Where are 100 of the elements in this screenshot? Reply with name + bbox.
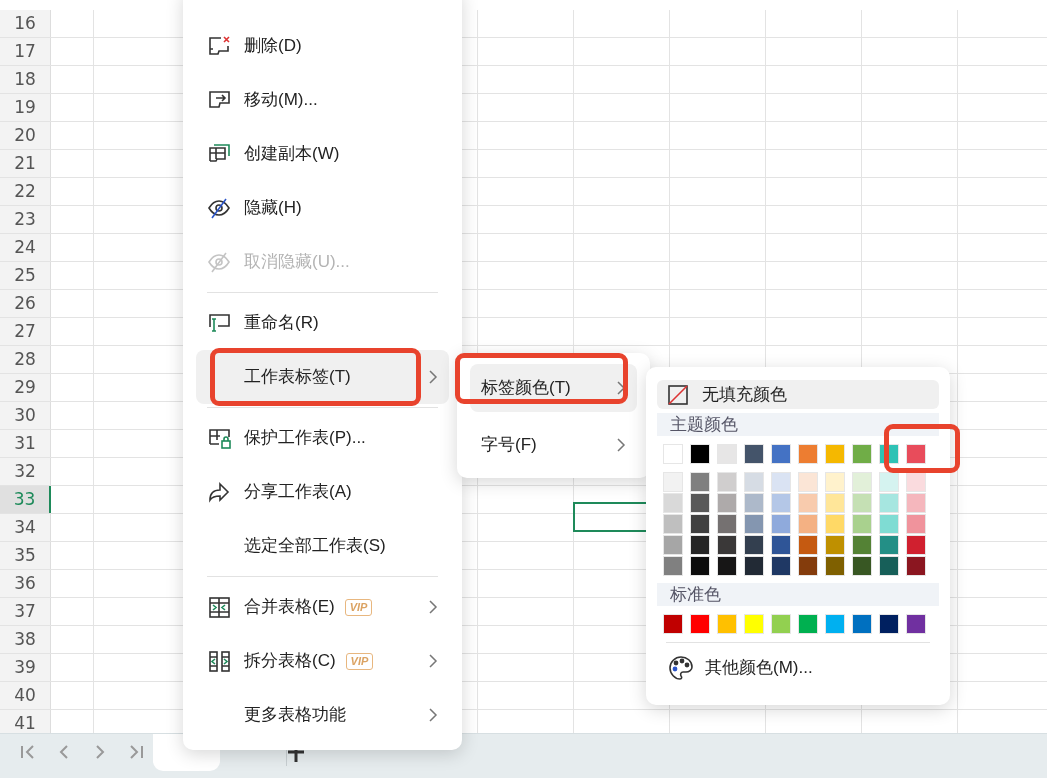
color-swatch[interactable] (852, 535, 872, 555)
color-swatch[interactable] (663, 472, 683, 492)
row-header[interactable]: 19 (0, 94, 51, 121)
color-swatch[interactable] (798, 493, 818, 513)
color-swatch[interactable] (798, 556, 818, 576)
color-swatch[interactable] (663, 556, 683, 576)
color-swatch[interactable] (663, 514, 683, 534)
color-swatch[interactable] (690, 514, 710, 534)
menu-item[interactable]: 拆分表格(C) VIP (196, 634, 449, 688)
more-colors-option[interactable]: 其他颜色(M)... (657, 648, 939, 688)
color-swatch[interactable] (744, 535, 764, 555)
color-swatch[interactable] (690, 472, 710, 492)
color-swatch[interactable] (771, 472, 791, 492)
color-swatch[interactable] (825, 556, 845, 576)
color-swatch[interactable] (798, 614, 818, 634)
menu-item[interactable]: 重命名(R) (196, 296, 449, 350)
color-swatch[interactable] (906, 444, 926, 464)
row-header[interactable]: 16 (0, 10, 51, 37)
color-swatch[interactable] (663, 535, 683, 555)
row-header[interactable]: 37 (0, 598, 51, 625)
color-swatch[interactable] (771, 535, 791, 555)
row-header[interactable]: 27 (0, 318, 51, 345)
color-swatch[interactable] (825, 472, 845, 492)
row-header[interactable]: 18 (0, 66, 51, 93)
menu-item[interactable]: 隐藏(H) (196, 181, 449, 235)
color-swatch[interactable] (771, 444, 791, 464)
color-swatch[interactable] (852, 556, 872, 576)
color-swatch[interactable] (771, 493, 791, 513)
color-swatch[interactable] (663, 614, 683, 634)
row-header[interactable]: 25 (0, 262, 51, 289)
color-swatch[interactable] (717, 493, 737, 513)
row-header[interactable]: 24 (0, 234, 51, 261)
color-swatch[interactable] (825, 535, 845, 555)
color-swatch[interactable] (690, 614, 710, 634)
color-swatch[interactable] (690, 556, 710, 576)
color-swatch[interactable] (744, 614, 764, 634)
menu-item[interactable]: 删除(D) (196, 19, 449, 73)
menu-item[interactable]: 保护工作表(P)... (196, 411, 449, 465)
color-swatch[interactable] (906, 556, 926, 576)
row-header[interactable]: 17 (0, 38, 51, 65)
color-swatch[interactable] (663, 493, 683, 513)
color-swatch[interactable] (690, 535, 710, 555)
row-header[interactable]: 39 (0, 654, 51, 681)
color-swatch[interactable] (852, 472, 872, 492)
row-header[interactable]: 32 (0, 458, 51, 485)
color-swatch[interactable] (825, 514, 845, 534)
color-swatch[interactable] (717, 514, 737, 534)
color-swatch[interactable] (825, 444, 845, 464)
color-swatch[interactable] (825, 614, 845, 634)
color-swatch[interactable] (879, 472, 899, 492)
menu-item[interactable]: 选定全部工作表(S) (196, 519, 449, 573)
menu-item[interactable]: 标签颜色(T) (470, 364, 637, 412)
color-swatch[interactable] (744, 556, 764, 576)
color-swatch[interactable] (690, 493, 710, 513)
row-header[interactable]: 41 (0, 710, 51, 733)
row-header[interactable]: 29 (0, 374, 51, 401)
color-swatch[interactable] (879, 614, 899, 634)
menu-item[interactable]: 移动(M)... (196, 73, 449, 127)
color-swatch[interactable] (663, 444, 683, 464)
color-swatch[interactable] (879, 535, 899, 555)
row-header[interactable]: 26 (0, 290, 51, 317)
color-swatch[interactable] (771, 514, 791, 534)
color-swatch[interactable] (798, 472, 818, 492)
color-swatch[interactable] (879, 493, 899, 513)
color-swatch[interactable] (717, 556, 737, 576)
menu-item[interactable]: 创建副本(W) (196, 127, 449, 181)
color-swatch[interactable] (879, 556, 899, 576)
row-header[interactable]: 36 (0, 570, 51, 597)
row-header[interactable]: 21 (0, 150, 51, 177)
color-swatch[interactable] (906, 493, 926, 513)
color-swatch[interactable] (906, 535, 926, 555)
color-swatch[interactable] (744, 444, 764, 464)
color-swatch[interactable] (852, 614, 872, 634)
row-header[interactable]: 30 (0, 402, 51, 429)
color-swatch[interactable] (771, 614, 791, 634)
row-header[interactable]: 31 (0, 430, 51, 457)
color-swatch[interactable] (744, 493, 764, 513)
color-swatch[interactable] (906, 614, 926, 634)
color-swatch[interactable] (879, 514, 899, 534)
color-swatch[interactable] (852, 514, 872, 534)
row-header[interactable]: 35 (0, 542, 51, 569)
menu-item[interactable]: 分享工作表(A) (196, 465, 449, 519)
row-header[interactable]: 23 (0, 206, 51, 233)
color-swatch[interactable] (744, 514, 764, 534)
color-swatch[interactable] (852, 493, 872, 513)
menu-item[interactable]: 更多表格功能 (196, 688, 449, 742)
no-fill-option[interactable]: 无填充颜色 (657, 380, 939, 409)
color-swatch[interactable] (744, 472, 764, 492)
row-header[interactable]: 40 (0, 682, 51, 709)
row-header[interactable]: 38 (0, 626, 51, 653)
color-swatch[interactable] (690, 444, 710, 464)
color-swatch[interactable] (852, 444, 872, 464)
color-swatch[interactable] (717, 614, 737, 634)
color-swatch[interactable] (906, 472, 926, 492)
row-header[interactable]: 28 (0, 346, 51, 373)
color-swatch[interactable] (825, 493, 845, 513)
color-swatch[interactable] (717, 444, 737, 464)
color-swatch[interactable] (798, 535, 818, 555)
color-swatch[interactable] (798, 514, 818, 534)
row-header[interactable]: 20 (0, 122, 51, 149)
